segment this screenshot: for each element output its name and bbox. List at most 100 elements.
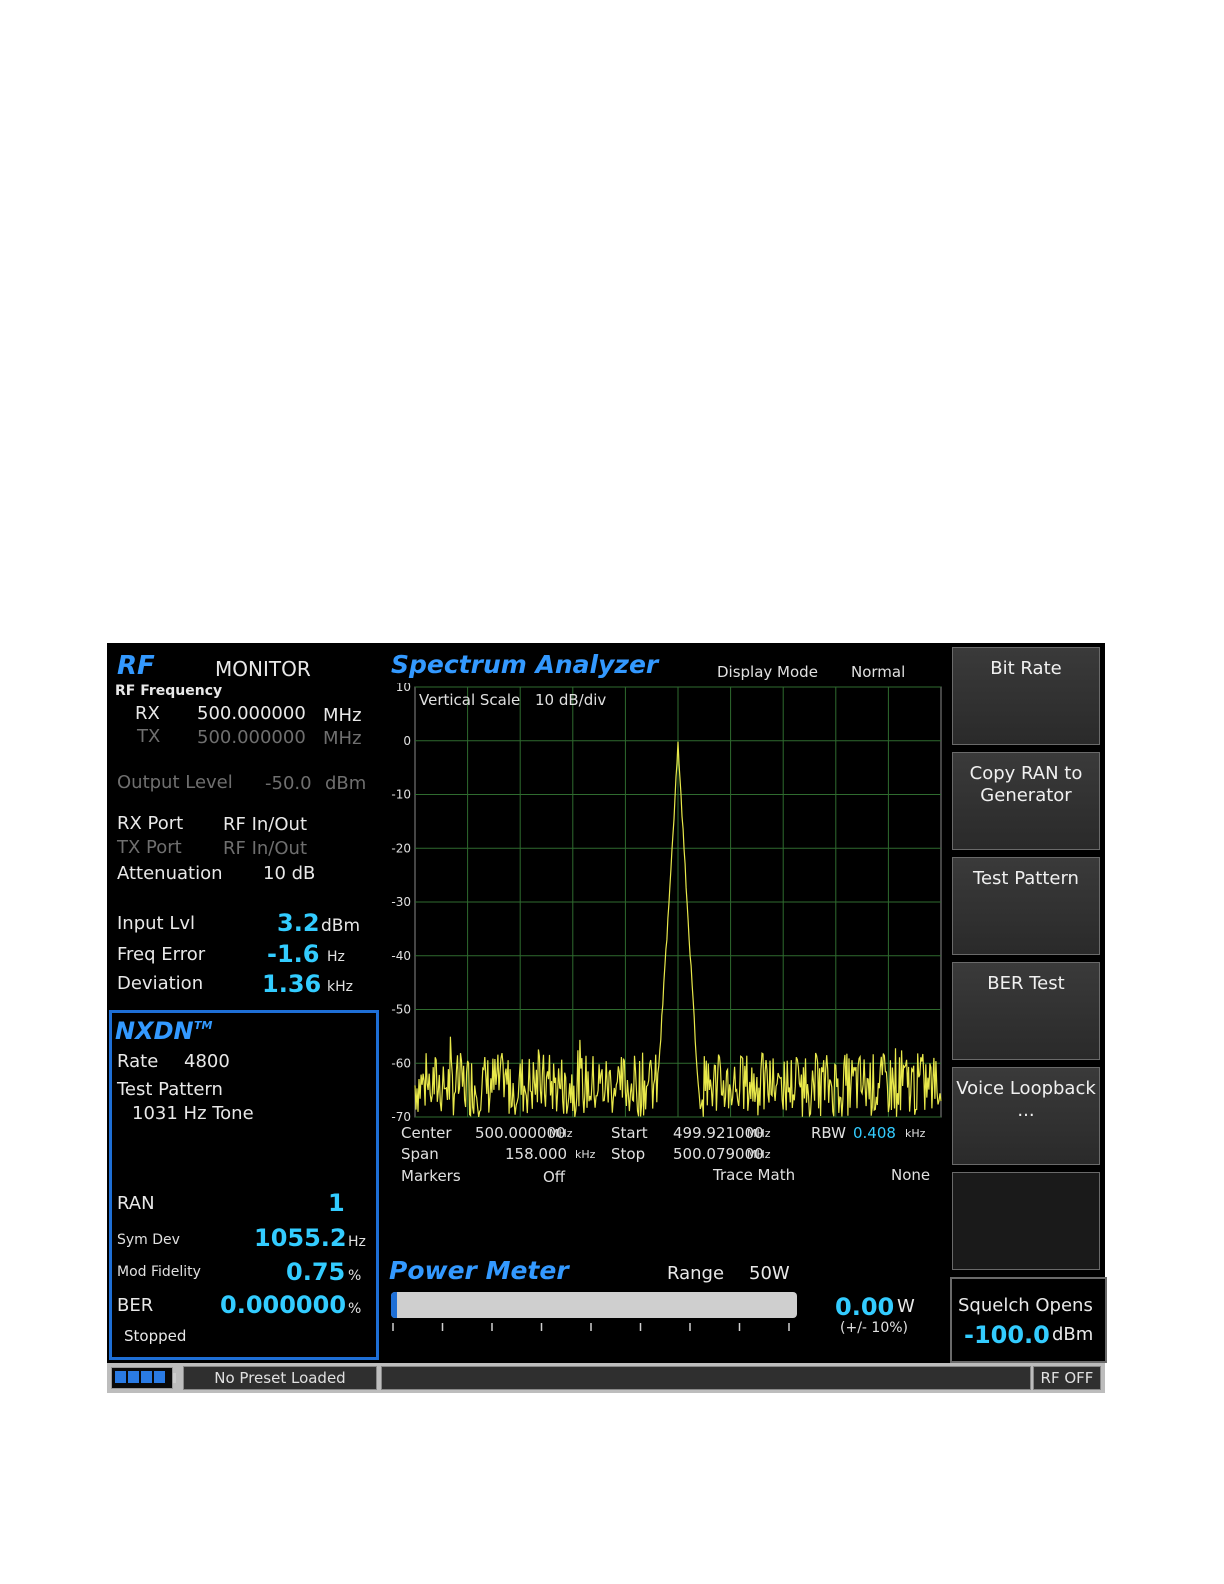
trace-math-label: Trace Math bbox=[713, 1166, 796, 1184]
ber-unit: % bbox=[348, 1301, 362, 1317]
softkey-copy-ran-to-generator[interactable]: Copy RAN to Generator bbox=[952, 752, 1100, 850]
rbw-unit: kHz bbox=[905, 1127, 926, 1140]
y-tick-label: -60 bbox=[391, 1056, 411, 1070]
freq-error-value: -1.6 bbox=[267, 940, 320, 968]
display-mode-label: Display Mode bbox=[717, 663, 818, 681]
deviation-unit: kHz bbox=[327, 979, 353, 995]
power-unit: W bbox=[897, 1296, 915, 1317]
power-range-label: Range bbox=[667, 1263, 725, 1284]
output-level-unit: dBm bbox=[325, 773, 367, 794]
tx-frequency-value: 500.000000 bbox=[197, 727, 306, 748]
output-level-label: Output Level bbox=[117, 772, 233, 793]
nxdn-title: NXDN bbox=[115, 1017, 194, 1045]
freq-error-label: Freq Error bbox=[117, 944, 206, 965]
ber-value: 0.000000 bbox=[220, 1291, 347, 1319]
softkey-bit-rate[interactable]: Bit Rate bbox=[952, 647, 1100, 745]
attenuation-label: Attenuation bbox=[117, 863, 223, 884]
sym-dev-value: 1055.2 bbox=[254, 1224, 347, 1252]
rf-output-status[interactable]: RF OFF bbox=[1033, 1366, 1101, 1390]
y-tick-label: -10 bbox=[391, 788, 411, 802]
span-value[interactable]: 158.000 bbox=[505, 1145, 567, 1163]
power-meter-bar bbox=[391, 1292, 797, 1318]
preset-status[interactable]: No Preset Loaded bbox=[183, 1366, 377, 1390]
rx-port-label: RX Port bbox=[117, 813, 184, 834]
input-level-value: 3.2 bbox=[277, 909, 320, 937]
power-meter-title: Power Meter bbox=[389, 1256, 569, 1285]
y-tick-label: 10 bbox=[396, 683, 411, 694]
attenuation-value[interactable]: 10 dB bbox=[263, 863, 315, 884]
sym-dev-unit: Hz bbox=[348, 1234, 366, 1250]
vertical-scale-label: Vertical Scale bbox=[419, 691, 521, 709]
test-pattern-label: Test Pattern bbox=[117, 1079, 223, 1100]
span-unit: kHz bbox=[575, 1148, 596, 1161]
rf-frequency-label: RF Frequency bbox=[115, 683, 223, 699]
rx-label: RX bbox=[135, 703, 160, 724]
start-unit: MHz bbox=[747, 1127, 771, 1140]
ran-label: RAN bbox=[117, 1193, 155, 1214]
ber-test-status: Stopped bbox=[124, 1327, 187, 1345]
mod-fidelity-unit: % bbox=[348, 1268, 362, 1284]
markers-value[interactable]: Off bbox=[543, 1168, 565, 1186]
battery-icon bbox=[111, 1367, 176, 1389]
tx-port-label: TX Port bbox=[117, 837, 182, 858]
power-meter-scale bbox=[392, 1323, 790, 1331]
tx-label: TX bbox=[137, 726, 161, 747]
rbw-label: RBW bbox=[811, 1124, 847, 1142]
y-tick-label: -70 bbox=[391, 1110, 411, 1124]
input-level-unit: dBm bbox=[321, 916, 361, 936]
rx-frequency-unit: MHz bbox=[323, 705, 362, 726]
rf-mode: MONITOR bbox=[215, 657, 311, 681]
softkey-column: Bit Rate Copy RAN to Generator Test Patt… bbox=[950, 643, 1105, 1361]
stop-unit: MHz bbox=[747, 1148, 771, 1161]
markers-label: Markers bbox=[401, 1167, 461, 1185]
y-tick-label: 0 bbox=[403, 734, 411, 748]
input-level-label: Input Lvl bbox=[117, 913, 196, 934]
y-tick-label: -20 bbox=[391, 841, 411, 855]
instrument-screen: RF MONITOR RF Frequency RX 500.000000 MH… bbox=[107, 643, 1107, 1393]
rf-panel: RF MONITOR RF Frequency RX 500.000000 MH… bbox=[107, 643, 383, 1361]
mod-fidelity-value: 0.75 bbox=[286, 1258, 346, 1286]
spectrum-analyzer-title: Spectrum Analyzer bbox=[391, 650, 659, 679]
y-tick-label: -40 bbox=[391, 949, 411, 963]
test-pattern-value[interactable]: 1031 Hz Tone bbox=[132, 1103, 254, 1124]
y-tick-label: -50 bbox=[391, 1003, 411, 1017]
trace-math-value[interactable]: None bbox=[891, 1166, 930, 1184]
vertical-scale-value[interactable]: 10 dB/div bbox=[535, 691, 606, 709]
deviation-value: 1.36 bbox=[262, 970, 322, 998]
rbw-value: 0.408 bbox=[853, 1124, 896, 1142]
sym-dev-label: Sym Dev bbox=[117, 1232, 180, 1248]
spectrum-plot: 10 0 -10 -20 -30 -40 -50 -60 -70 bbox=[391, 683, 942, 1124]
y-tick-label: -30 bbox=[391, 895, 411, 909]
start-label: Start bbox=[611, 1124, 648, 1142]
rate-value[interactable]: 4800 bbox=[184, 1051, 230, 1072]
squelch-label: Squelch Opens bbox=[958, 1295, 1093, 1316]
deviation-label: Deviation bbox=[117, 973, 204, 994]
nxdn-trademark: TM bbox=[194, 1019, 213, 1032]
span-label: Span bbox=[401, 1145, 439, 1163]
mod-fidelity-label: Mod Fidelity bbox=[117, 1264, 201, 1280]
rx-port-value[interactable]: RF In/Out bbox=[223, 814, 307, 835]
power-range-value[interactable]: 50W bbox=[749, 1263, 790, 1284]
ran-value[interactable]: 1 bbox=[328, 1189, 345, 1217]
spectrum-analyzer-panel: Spectrum Analyzer Display Mode Normal 10… bbox=[385, 643, 947, 1361]
softkey-test-pattern[interactable]: Test Pattern bbox=[952, 857, 1100, 955]
center-unit: MHz bbox=[549, 1127, 573, 1140]
stop-label: Stop bbox=[611, 1145, 646, 1163]
display-mode-value[interactable]: Normal bbox=[851, 663, 905, 681]
ber-label: BER bbox=[117, 1295, 154, 1316]
softkey-voice-loopback[interactable]: Voice Loopback ... bbox=[952, 1067, 1100, 1165]
softkey-ber-test[interactable]: BER Test bbox=[952, 962, 1100, 1060]
power-tolerance: (+/- 10%) bbox=[840, 1320, 908, 1336]
power-meter-bar-fill bbox=[391, 1292, 397, 1318]
rate-label: Rate bbox=[117, 1051, 159, 1072]
softkey-empty[interactable] bbox=[952, 1172, 1100, 1270]
squelch-panel: Squelch Opens -100.0 dBm bbox=[950, 1277, 1107, 1363]
tx-port-value: RF In/Out bbox=[223, 838, 307, 859]
rf-title: RF bbox=[117, 651, 155, 681]
rx-frequency-value[interactable]: 500.000000 bbox=[197, 703, 306, 724]
squelch-value[interactable]: -100.0 bbox=[964, 1321, 1050, 1349]
output-level-value: -50.0 bbox=[265, 773, 312, 794]
freq-error-unit: Hz bbox=[327, 949, 345, 965]
status-bar: No Preset Loaded RF OFF bbox=[107, 1363, 1105, 1393]
power-value: 0.00 bbox=[835, 1293, 895, 1321]
